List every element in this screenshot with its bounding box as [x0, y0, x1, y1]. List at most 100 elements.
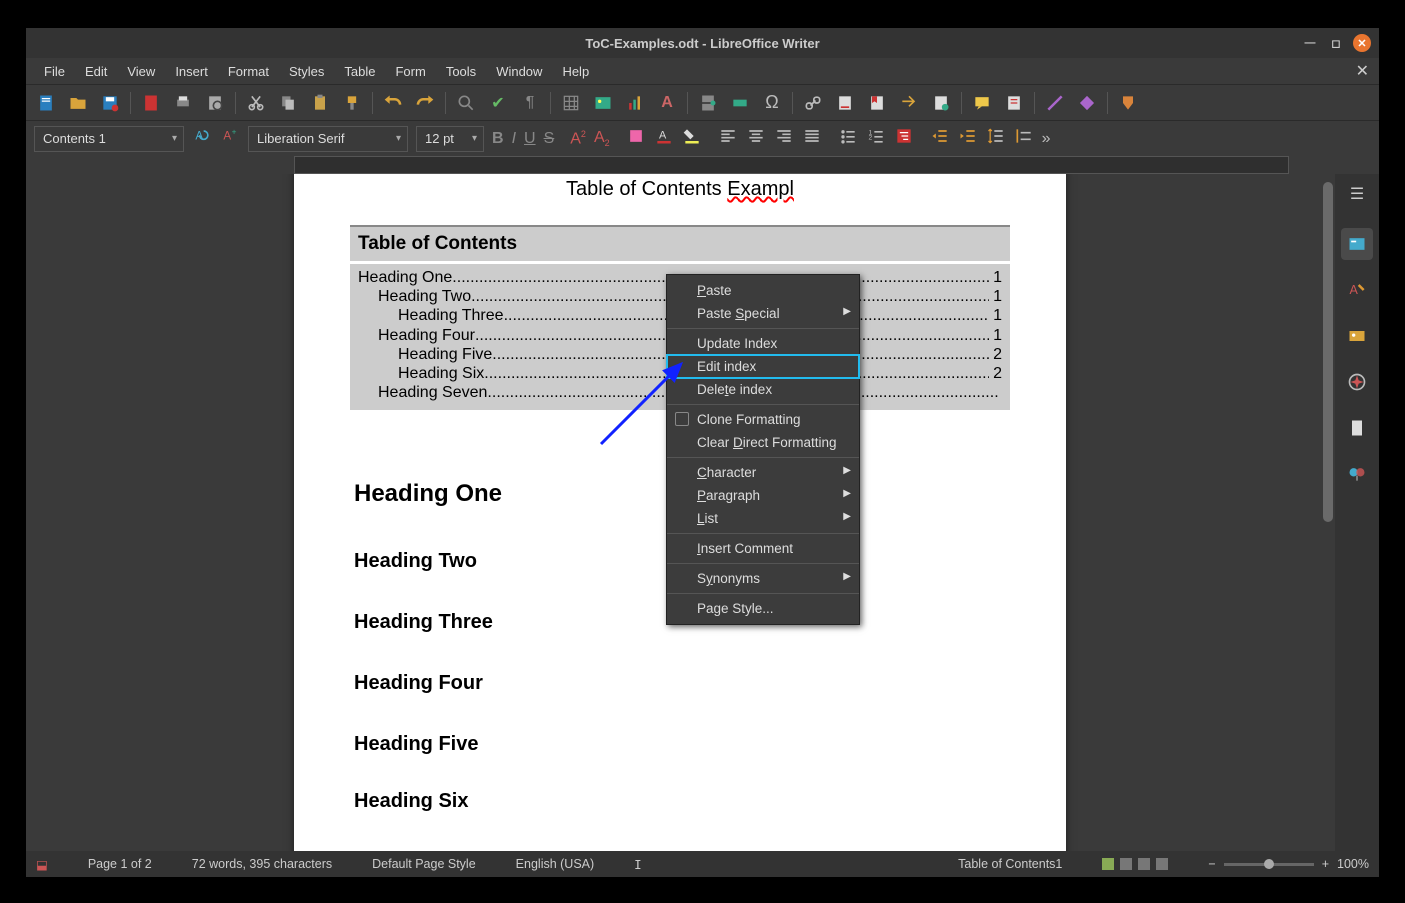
chart-icon[interactable]: [623, 91, 647, 115]
menu-form[interactable]: Form: [385, 60, 435, 83]
page-break-icon[interactable]: [696, 91, 720, 115]
menu-format[interactable]: Format: [218, 60, 279, 83]
italic-icon[interactable]: I: [512, 130, 516, 148]
status-wordcount[interactable]: 72 words, 395 characters: [192, 857, 332, 871]
menu-styles[interactable]: Styles: [279, 60, 334, 83]
hamburger-icon[interactable]: ☰: [1350, 184, 1364, 204]
window-close-button[interactable]: ✕: [1353, 34, 1371, 52]
bold-icon[interactable]: B: [492, 130, 504, 148]
comment-icon[interactable]: [970, 91, 994, 115]
context-menu-item[interactable]: List▶: [667, 507, 859, 530]
paragraph-style-combo[interactable]: Contents 1▾: [34, 126, 184, 152]
font-color-icon[interactable]: A: [654, 126, 674, 151]
menu-window[interactable]: Window: [486, 60, 552, 83]
find-icon[interactable]: [454, 91, 478, 115]
subscript-icon[interactable]: A2: [594, 129, 610, 148]
track-changes-icon[interactable]: [1002, 91, 1026, 115]
window-minimize-button[interactable]: —: [1301, 34, 1319, 52]
menu-view[interactable]: View: [117, 60, 165, 83]
context-menu-item[interactable]: Paste: [667, 279, 859, 302]
shapes-icon[interactable]: [1075, 91, 1099, 115]
align-justify-icon[interactable]: [802, 126, 822, 151]
context-menu-item[interactable]: Insert Comment: [667, 537, 859, 560]
align-left-icon[interactable]: [718, 126, 738, 151]
menu-file[interactable]: File: [34, 60, 75, 83]
context-menu-item[interactable]: Paragraph▶: [667, 484, 859, 507]
properties-icon[interactable]: [1341, 228, 1373, 260]
zoom-control[interactable]: − + 100%: [1208, 857, 1369, 871]
highlight-remove-icon[interactable]: [626, 126, 646, 151]
undo-icon[interactable]: [381, 91, 405, 115]
paste-icon[interactable]: [308, 91, 332, 115]
status-save-icon[interactable]: ⬓: [36, 857, 48, 872]
heading-2[interactable]: Heading Six: [294, 790, 1066, 813]
image-icon[interactable]: [591, 91, 615, 115]
update-style-icon[interactable]: A: [192, 126, 212, 151]
zoom-value[interactable]: 100%: [1337, 857, 1369, 871]
menu-edit[interactable]: Edit: [75, 60, 117, 83]
textbox-icon[interactable]: A: [655, 91, 679, 115]
draw-icon[interactable]: [1116, 91, 1140, 115]
copy-icon[interactable]: [276, 91, 300, 115]
context-menu-item[interactable]: Clone Formatting: [667, 408, 859, 431]
print-preview-icon[interactable]: [203, 91, 227, 115]
status-section[interactable]: Table of Contents1: [958, 857, 1062, 871]
para-spacing-icon[interactable]: [1014, 126, 1034, 151]
symbol-icon[interactable]: Ω: [760, 91, 784, 115]
spellcheck-icon[interactable]: ✔: [486, 91, 510, 115]
align-right-icon[interactable]: [774, 126, 794, 151]
context-menu-item[interactable]: Delete index: [667, 378, 859, 401]
table-icon[interactable]: [559, 91, 583, 115]
gallery-icon[interactable]: [1341, 320, 1373, 352]
context-menu-item[interactable]: Update Index: [667, 332, 859, 355]
font-name-combo[interactable]: Liberation Serif▾: [248, 126, 408, 152]
bullets-icon[interactable]: [838, 126, 858, 151]
outline-icon[interactable]: [894, 126, 914, 151]
vertical-scrollbar[interactable]: [1321, 174, 1335, 851]
menu-tools[interactable]: Tools: [436, 60, 486, 83]
hyperlink-icon[interactable]: [801, 91, 825, 115]
style-inspector-icon[interactable]: [1341, 458, 1373, 490]
context-menu-item[interactable]: Synonyms▶: [667, 567, 859, 590]
line-spacing-icon[interactable]: [986, 126, 1006, 151]
save-icon[interactable]: [98, 91, 122, 115]
status-language[interactable]: English (USA): [516, 857, 595, 871]
status-page[interactable]: Page 1 of 2: [88, 857, 152, 871]
more-icon[interactable]: »: [1042, 130, 1051, 148]
footnote-icon[interactable]: [833, 91, 857, 115]
underline-icon[interactable]: U: [524, 130, 536, 148]
status-page-style[interactable]: Default Page Style: [372, 857, 476, 871]
cut-icon[interactable]: [244, 91, 268, 115]
new-style-icon[interactable]: A+: [220, 126, 240, 151]
redo-icon[interactable]: [413, 91, 437, 115]
open-icon[interactable]: [66, 91, 90, 115]
new-doc-icon[interactable]: [34, 91, 58, 115]
font-size-combo[interactable]: 12 pt▾: [416, 126, 484, 152]
heading-2[interactable]: Heading Five: [294, 733, 1066, 756]
field-icon[interactable]: [728, 91, 752, 115]
clone-format-icon[interactable]: [340, 91, 364, 115]
close-document-button[interactable]: ✕: [1356, 61, 1369, 81]
page-icon[interactable]: [1341, 412, 1373, 444]
index-icon[interactable]: [929, 91, 953, 115]
menu-insert[interactable]: Insert: [165, 60, 218, 83]
highlight-color-icon[interactable]: [682, 126, 702, 151]
increase-indent-icon[interactable]: [930, 126, 950, 151]
align-center-icon[interactable]: [746, 126, 766, 151]
zoom-out-icon[interactable]: −: [1208, 857, 1215, 871]
strike-icon[interactable]: S: [544, 130, 555, 148]
document-area[interactable]: Table of Contents Exampl Table of Conten…: [26, 174, 1321, 851]
context-menu-item[interactable]: Edit index: [667, 355, 859, 378]
context-menu-item[interactable]: Page Style...: [667, 597, 859, 620]
horizontal-ruler[interactable]: [26, 156, 1379, 174]
decrease-indent-icon[interactable]: [958, 126, 978, 151]
export-pdf-icon[interactable]: [139, 91, 163, 115]
numbering-icon[interactable]: 12: [866, 126, 886, 151]
context-menu-item[interactable]: Clear Direct Formatting: [667, 431, 859, 454]
styles-icon[interactable]: A: [1341, 274, 1373, 306]
status-insert-mode[interactable]: I: [634, 857, 642, 872]
menu-help[interactable]: Help: [552, 60, 599, 83]
print-icon[interactable]: [171, 91, 195, 115]
formatting-marks-icon[interactable]: ¶: [518, 91, 542, 115]
menu-table[interactable]: Table: [334, 60, 385, 83]
